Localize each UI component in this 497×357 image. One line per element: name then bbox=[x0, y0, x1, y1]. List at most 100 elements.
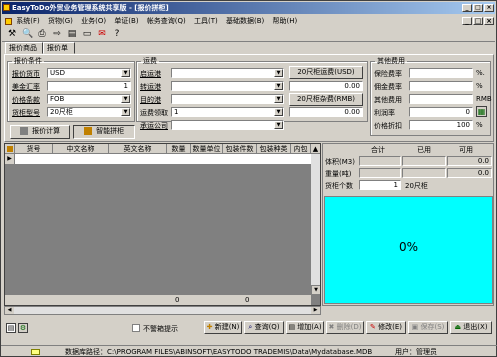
grid-col-qty-unit[interactable]: 数量单位 bbox=[191, 144, 223, 154]
mdi-restore-button[interactable]: □ bbox=[473, 17, 483, 25]
menu-help[interactable]: 帮助(H) bbox=[273, 17, 298, 25]
bottom-bar: ▤ ⚙ 不警箱提示 ✚ 新建(N) ⌕ 查询(Q) ▤ 增加(A) ✖ 删除(D… bbox=[1, 319, 497, 343]
delete-button[interactable]: ✖ 删除(D) bbox=[326, 321, 364, 334]
card-icon[interactable]: ▭ bbox=[82, 29, 92, 39]
price-terms-select[interactable]: FOB ▼ bbox=[47, 94, 131, 104]
settings-icon[interactable]: ⚙ bbox=[18, 323, 28, 333]
container-type-select[interactable]: 20尺柜 ▼ bbox=[47, 107, 131, 117]
grid-scroll-up[interactable]: ▲ bbox=[311, 144, 320, 154]
hscroll-right[interactable]: ▶ bbox=[311, 307, 320, 314]
grid-col-qty[interactable]: 数量 bbox=[167, 144, 191, 154]
grid-col-item-no[interactable]: 货号 bbox=[15, 144, 53, 154]
query-button[interactable]: ⌕ 查询(Q) bbox=[244, 321, 284, 334]
tab-quote-sheet[interactable]: 报价单 bbox=[43, 42, 75, 54]
no-overweight-checkbox[interactable] bbox=[132, 324, 140, 332]
other-fee-input[interactable] bbox=[409, 94, 473, 104]
volume-avail: 0.0 bbox=[447, 156, 492, 166]
freight-usd-button[interactable]: 20尺柜运费(USD) bbox=[289, 66, 363, 79]
maximize-button[interactable]: □ bbox=[473, 4, 483, 12]
chevron-down-icon[interactable]: ▼ bbox=[274, 82, 283, 90]
print-preview-icon[interactable]: 🔍 bbox=[22, 29, 33, 39]
grid-col-inner[interactable]: 内包 bbox=[291, 144, 311, 154]
commission-label: 佣金费率 bbox=[374, 83, 402, 91]
chevron-down-icon[interactable]: ▼ bbox=[274, 95, 283, 103]
freight-method-select[interactable]: 1 ▼ bbox=[171, 107, 284, 117]
dest-port-select[interactable]: ▼ bbox=[171, 94, 284, 104]
discount-label: 价格折扣 bbox=[374, 122, 402, 130]
summary-header-avail: 可用 bbox=[459, 146, 473, 154]
menu-documents[interactable]: 单证(B) bbox=[114, 17, 138, 25]
freight-usd-value[interactable]: 0.00 bbox=[289, 81, 363, 91]
grid-col-cn-name[interactable]: 中文名称 bbox=[53, 144, 109, 154]
menu-tools[interactable]: 工具(T) bbox=[194, 17, 218, 25]
delete-icon: ✖ bbox=[328, 323, 335, 331]
misc-rmb-value[interactable]: 0.00 bbox=[289, 107, 363, 117]
freight-method-value: 1 bbox=[174, 108, 179, 116]
smart-packing-button[interactable]: 智能拼柜 bbox=[73, 125, 135, 139]
chevron-down-icon[interactable]: ▼ bbox=[121, 95, 130, 103]
insurance-label: 保险费率 bbox=[374, 70, 402, 78]
grid-vscroll[interactable] bbox=[311, 154, 320, 295]
table-row[interactable]: ▶ bbox=[5, 154, 320, 164]
grid-col-en-name[interactable]: 英文名称 bbox=[109, 144, 167, 154]
chevron-down-icon[interactable]: ▼ bbox=[121, 69, 130, 77]
quote-calc-button[interactable]: 报价计算 bbox=[10, 125, 70, 139]
save-button[interactable]: ▣ 保存(S) bbox=[408, 321, 448, 334]
print-icon[interactable]: ⎙ bbox=[37, 29, 47, 39]
container-count-total[interactable]: 1 bbox=[359, 180, 401, 190]
main-window: EasyToDo外贸业务管理系统共享版 - [报价拼柜] _ □ × 系统(F)… bbox=[0, 0, 497, 357]
chevron-down-icon[interactable]: ▼ bbox=[274, 108, 283, 116]
tool-icon[interactable]: ⚒ bbox=[7, 29, 17, 39]
transship-select[interactable]: ▼ bbox=[171, 81, 284, 91]
misc-rmb-button[interactable]: 20尺柜杂费(RMB) bbox=[289, 93, 363, 106]
discount-unit: % bbox=[476, 121, 483, 129]
menu-base-data[interactable]: 基础数据(B) bbox=[226, 17, 264, 25]
exit-button[interactable]: ⏏ 退出(X) bbox=[450, 321, 492, 334]
calculator-icon[interactable]: ▦ bbox=[476, 106, 487, 117]
help-icon[interactable]: ? bbox=[112, 29, 122, 39]
footer-qty-sum: 0 bbox=[175, 296, 180, 304]
delete-label: 删除(D) bbox=[336, 323, 362, 331]
discount-input[interactable]: 100 bbox=[409, 120, 473, 130]
mail-icon[interactable]: ✉ bbox=[97, 29, 107, 39]
mdi-close-button[interactable]: × bbox=[484, 17, 494, 25]
menu-system[interactable]: 系统(F) bbox=[16, 17, 40, 25]
menu-account-query[interactable]: 帐务查询(Q) bbox=[147, 17, 186, 25]
list-view-icon[interactable]: ▤ bbox=[6, 323, 16, 333]
weight-used bbox=[402, 168, 446, 178]
currency-select[interactable]: USD ▼ bbox=[47, 68, 131, 78]
filter-icon[interactable]: ▤ bbox=[67, 29, 77, 39]
weight-total bbox=[359, 168, 401, 178]
minimize-button[interactable]: _ bbox=[462, 4, 472, 12]
smart-packing-label: 智能拼柜 bbox=[96, 127, 125, 135]
tab-quote-goods[interactable]: 报价商品 bbox=[5, 42, 43, 54]
goods-grid[interactable]: 货号 中文名称 英文名称 数量 数量单位 包装件数 包装种类 内包 ▲ ▶ ▼ … bbox=[4, 143, 321, 306]
chevron-down-icon[interactable]: ▼ bbox=[274, 121, 283, 129]
new-button[interactable]: ✚ 新建(N) bbox=[204, 321, 242, 334]
save-icon: ▣ bbox=[411, 323, 419, 331]
price-terms-label: 价格条款 bbox=[12, 96, 40, 104]
start-port-select[interactable]: ▼ bbox=[171, 68, 284, 78]
hscroll-left[interactable]: ◀ bbox=[5, 307, 14, 314]
profit-input[interactable]: 0 bbox=[409, 107, 473, 117]
grid-col-pkg-type[interactable]: 包装种类 bbox=[257, 144, 291, 154]
commission-input[interactable] bbox=[409, 81, 473, 91]
exit-icon: ⏏ bbox=[454, 323, 462, 331]
menu-business[interactable]: 业务(O) bbox=[81, 17, 106, 25]
menu-goods[interactable]: 货物(G) bbox=[48, 17, 73, 25]
grid-col-pkg-count[interactable]: 包装件数 bbox=[223, 144, 257, 154]
rate-input[interactable]: 1 bbox=[47, 81, 131, 91]
close-button[interactable]: × bbox=[484, 4, 494, 12]
add-button[interactable]: ▤ 增加(A) bbox=[286, 321, 324, 334]
status-user: 用户：管理员 bbox=[395, 348, 437, 356]
grid-hscroll[interactable]: ◀ ▶ bbox=[4, 306, 321, 315]
insurance-input[interactable] bbox=[409, 68, 473, 78]
grid-scroll-down[interactable]: ▼ bbox=[311, 285, 320, 295]
start-port-label: 启运港 bbox=[140, 70, 161, 78]
export-icon[interactable]: ⇨ bbox=[52, 29, 62, 39]
mdi-minimize-button[interactable]: _ bbox=[462, 17, 472, 25]
chevron-down-icon[interactable]: ▼ bbox=[121, 108, 130, 116]
shipping-co-select[interactable]: ▼ bbox=[171, 120, 284, 130]
edit-button[interactable]: ✎ 修改(E) bbox=[366, 321, 406, 334]
chevron-down-icon[interactable]: ▼ bbox=[274, 69, 283, 77]
